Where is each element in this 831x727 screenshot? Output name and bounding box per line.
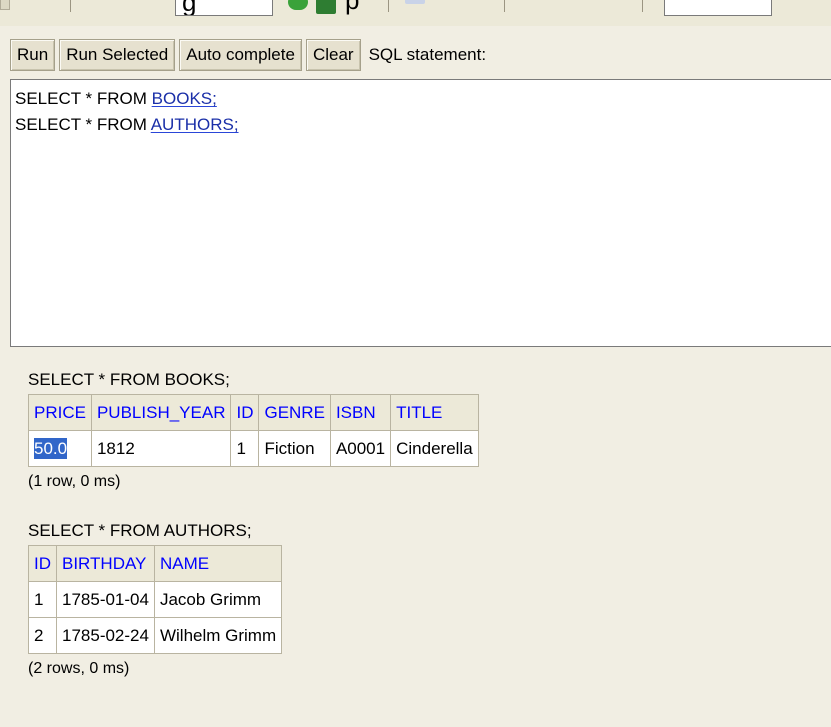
column-header[interactable]: NAME bbox=[153, 545, 283, 582]
table-cell[interactable]: 1785-01-04 bbox=[56, 581, 155, 618]
column-header[interactable]: TITLE bbox=[390, 394, 479, 431]
table-cell[interactable]: 2 bbox=[28, 617, 57, 654]
table-cell[interactable]: A0001 bbox=[329, 430, 392, 467]
table-cell[interactable]: Jacob Grimm bbox=[153, 581, 283, 618]
table-cell[interactable]: 50.0 bbox=[28, 430, 92, 467]
document-icon[interactable] bbox=[405, 0, 425, 4]
sql-keyword-text: SELECT * FROM bbox=[15, 115, 151, 134]
result-summary: (2 rows, 0 ms) bbox=[28, 660, 130, 677]
toolbar-separator bbox=[504, 0, 505, 12]
table-cell[interactable]: 1 bbox=[230, 430, 260, 467]
toolbar-label-fragment: p bbox=[345, 0, 360, 15]
column-header[interactable]: ID bbox=[230, 394, 260, 431]
table-row: 1 1785-01-04 Jacob Grimm bbox=[28, 581, 283, 618]
column-header[interactable]: GENRE bbox=[258, 394, 331, 431]
column-header[interactable]: BIRTHDAY bbox=[56, 545, 155, 582]
editor-line: SELECT * FROM AUTHORS; bbox=[15, 112, 830, 138]
sql-table-name: AUTHORS; bbox=[150, 115, 239, 134]
column-header[interactable]: PUBLISH_YEAR bbox=[90, 394, 232, 431]
toolbar-field-fragment[interactable]: g bbox=[175, 0, 273, 16]
results-panel: SELECT * FROM BOOKS; PRICE PUBLISH_YEAR … bbox=[28, 370, 479, 678]
result-statement: SELECT * FROM BOOKS; bbox=[28, 370, 230, 389]
run-selected-button[interactable]: Run Selected bbox=[59, 39, 176, 71]
toolbar-button-fragment[interactable] bbox=[0, 0, 10, 10]
sql-statement-label: SQL statement: bbox=[368, 45, 487, 64]
toolbar-field-text: g bbox=[182, 0, 197, 16]
editor-line: SELECT * FROM BOOKS; bbox=[15, 86, 830, 112]
table-cell[interactable]: 1812 bbox=[90, 430, 232, 467]
sql-table-name: BOOKS; bbox=[151, 89, 217, 108]
result-statement: SELECT * FROM AUTHORS; bbox=[28, 521, 252, 540]
table-row: 2 1785-02-24 Wilhelm Grimm bbox=[28, 617, 283, 654]
table-header-row: ID BIRTHDAY NAME bbox=[28, 545, 283, 582]
toolbar-separator bbox=[388, 0, 389, 12]
toolbar-separator bbox=[642, 0, 643, 12]
table-cell[interactable]: Cinderella bbox=[390, 430, 479, 467]
selected-cell-text: 50.0 bbox=[34, 437, 68, 459]
table-cell[interactable]: 1785-02-24 bbox=[56, 617, 155, 654]
table-cell[interactable]: Wilhelm Grimm bbox=[153, 617, 283, 654]
run-button[interactable]: Run bbox=[10, 39, 56, 71]
column-header[interactable]: ISBN bbox=[329, 394, 392, 431]
refresh-icon[interactable] bbox=[288, 0, 308, 10]
command-bar: Run Run Selected Auto complete Clear SQL… bbox=[10, 38, 486, 72]
sql-keyword-text: SELECT * FROM bbox=[15, 89, 152, 108]
auto-complete-button[interactable]: Auto complete bbox=[179, 39, 302, 71]
table-cell[interactable]: Fiction bbox=[258, 430, 331, 467]
table-row: 50.0 1812 1 Fiction A0001 Cinderella bbox=[28, 430, 479, 467]
books-result-table: PRICE PUBLISH_YEAR ID GENRE ISBN TITLE 5… bbox=[28, 394, 479, 467]
toolbar-separator bbox=[70, 0, 71, 12]
sql-editor[interactable]: SELECT * FROM BOOKS; SELECT * FROM AUTHO… bbox=[10, 79, 831, 347]
table-cell[interactable]: 1 bbox=[28, 581, 57, 618]
result-summary: (1 row, 0 ms) bbox=[28, 473, 121, 490]
column-header[interactable]: ID bbox=[28, 545, 57, 582]
top-toolbar-fragment: g p bbox=[0, 0, 831, 26]
column-header[interactable]: PRICE bbox=[28, 394, 92, 431]
clear-button[interactable]: Clear bbox=[305, 39, 361, 71]
toolbar-dropdown-fragment[interactable] bbox=[664, 0, 772, 16]
authors-result-table: ID BIRTHDAY NAME 1 1785-01-04 Jacob Grim… bbox=[28, 545, 283, 654]
spreadsheet-icon[interactable] bbox=[316, 0, 336, 14]
table-header-row: PRICE PUBLISH_YEAR ID GENRE ISBN TITLE bbox=[28, 394, 479, 431]
